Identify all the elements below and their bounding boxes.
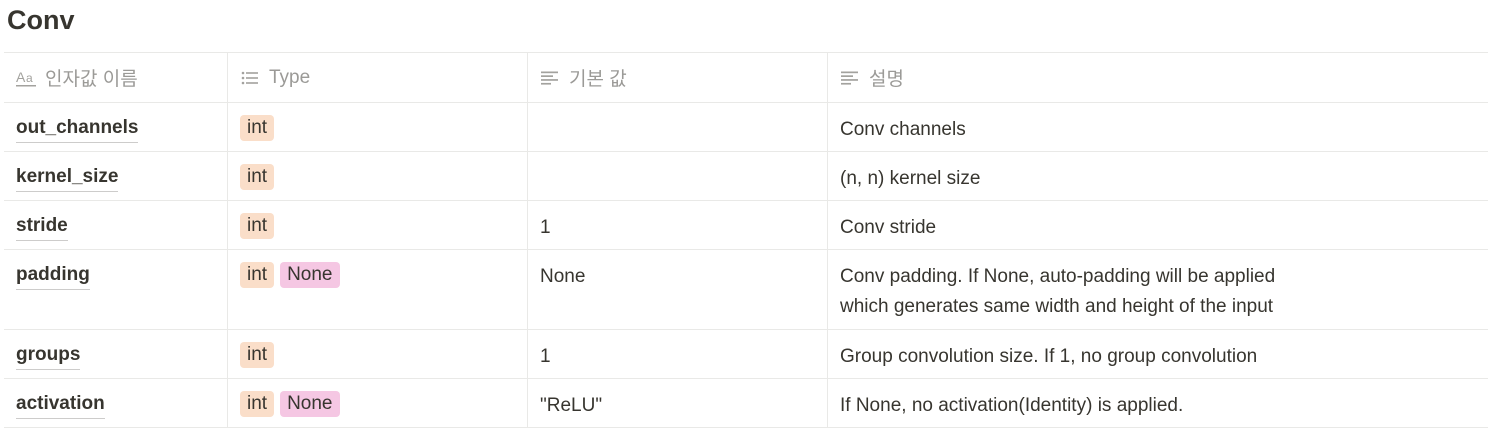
type-cell[interactable]: int None: [227, 379, 527, 427]
column-header-label: 설명: [869, 69, 904, 90]
description-cell[interactable]: Group convolution size. If 1, no group c…: [827, 330, 1488, 378]
argument-name-cell[interactable]: activation: [4, 379, 227, 427]
text-lines-icon: [840, 68, 860, 88]
table-row[interactable]: groups int 1 Group convolution size. If …: [4, 330, 1488, 379]
type-tag: int: [240, 342, 275, 368]
type-cell[interactable]: int: [227, 201, 527, 249]
table-row[interactable]: activation int None "ReLU" If None, no ac…: [4, 379, 1488, 428]
column-header-label: 기본 값: [569, 69, 627, 90]
argument-name[interactable]: kernel_size: [16, 164, 119, 192]
description-cell[interactable]: Conv padding. If None, auto-padding will…: [827, 250, 1488, 329]
svg-text:a: a: [26, 71, 33, 85]
properties-table: A a 인자값 이름 Type 기본 값 설명 out_channels int…: [4, 52, 1488, 428]
default-value-cell[interactable]: "ReLU": [527, 379, 827, 427]
type-tag: int: [240, 164, 275, 190]
table-row[interactable]: stride int 1 Conv stride: [4, 201, 1488, 250]
type-tag: int: [240, 213, 275, 239]
table-row[interactable]: out_channels int Conv channels: [4, 103, 1488, 152]
table-row[interactable]: padding int None None Conv padding. If No…: [4, 250, 1488, 330]
description-cell[interactable]: (n, n) kernel size: [827, 152, 1488, 200]
type-tag: int: [240, 391, 275, 417]
svg-text:A: A: [16, 69, 26, 85]
argument-name[interactable]: activation: [16, 391, 105, 419]
default-value-cell[interactable]: [527, 152, 827, 200]
column-header-default[interactable]: 기본 값: [527, 53, 827, 102]
page-title: Conv: [7, 5, 75, 35]
default-value-cell[interactable]: None: [527, 250, 827, 329]
description-cell[interactable]: If None, no activation(Identity) is appl…: [827, 379, 1488, 427]
argument-name-cell[interactable]: padding: [4, 250, 227, 329]
default-value-cell[interactable]: 1: [527, 201, 827, 249]
column-header-description[interactable]: 설명: [827, 53, 1488, 102]
argument-name[interactable]: out_channels: [16, 115, 139, 143]
argument-name-cell[interactable]: kernel_size: [4, 152, 227, 200]
text-lines-icon: [540, 68, 560, 88]
description-cell[interactable]: Conv channels: [827, 103, 1488, 151]
column-header-label: Type: [269, 66, 311, 88]
column-header-name[interactable]: A a 인자값 이름: [4, 53, 227, 102]
type-cell[interactable]: int: [227, 330, 527, 378]
argument-name-cell[interactable]: groups: [4, 330, 227, 378]
description-cell[interactable]: Conv stride: [827, 201, 1488, 249]
default-value-cell[interactable]: 1: [527, 330, 827, 378]
table-header-row: A a 인자값 이름 Type 기본 값 설명: [4, 53, 1488, 103]
column-header-label: 인자값 이름: [45, 69, 138, 90]
default-value-cell[interactable]: [527, 103, 827, 151]
argument-name[interactable]: stride: [16, 213, 68, 241]
type-tag: None: [280, 262, 340, 288]
argument-name[interactable]: groups: [16, 342, 81, 370]
column-header-type[interactable]: Type: [227, 53, 527, 102]
multi-select-list-icon: [240, 68, 260, 88]
type-tag: None: [280, 391, 340, 417]
type-tag: int: [240, 115, 275, 141]
title-aa-icon: A a: [16, 68, 36, 88]
argument-name-cell[interactable]: stride: [4, 201, 227, 249]
table-row[interactable]: kernel_size int (n, n) kernel size: [4, 152, 1488, 201]
type-cell[interactable]: int None: [227, 250, 527, 329]
argument-name[interactable]: padding: [16, 262, 90, 290]
type-tag: int: [240, 262, 275, 288]
type-cell[interactable]: int: [227, 103, 527, 151]
type-cell[interactable]: int: [227, 152, 527, 200]
argument-name-cell[interactable]: out_channels: [4, 103, 227, 151]
